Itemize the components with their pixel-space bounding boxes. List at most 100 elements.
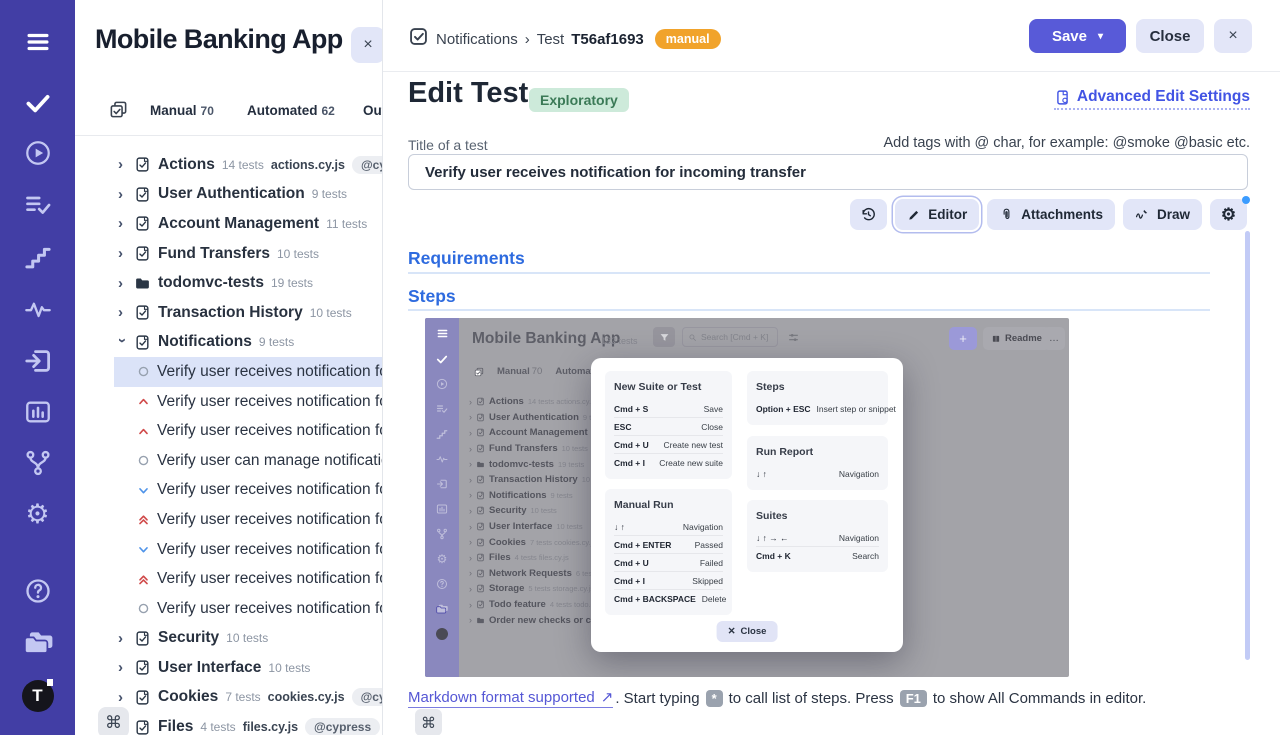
app-logo[interactable]: T	[22, 680, 54, 712]
steps-icon[interactable]	[24, 243, 52, 271]
test-file-icon	[134, 659, 151, 676]
cmd-key-hint: ⌘	[415, 709, 442, 735]
markdown-supported-link[interactable]: Markdown format supported ↗	[408, 688, 613, 708]
chevron-right-icon: ›	[118, 659, 127, 676]
test-file-icon	[134, 719, 151, 735]
close-button[interactable]: Close	[1136, 19, 1204, 53]
bar-chart-icon[interactable]	[24, 398, 52, 426]
close-icon: ×	[1228, 27, 1237, 45]
pen-icon	[1135, 207, 1150, 222]
breadcrumb-test-label: Test	[537, 31, 565, 48]
chevron-down-icon: ›	[114, 338, 131, 347]
test-type-badge: Exploratory	[529, 88, 629, 112]
tree-suite-notifications[interactable]: › Notifications 9 tests	[75, 328, 382, 358]
test-file-icon	[134, 304, 151, 321]
tree-suite-user-authentication[interactable]: › User Authentication 9 tests	[75, 180, 382, 210]
tag-badge: @cypress	[352, 156, 382, 174]
doc-settings-icon	[1054, 89, 1071, 106]
mini-sliders-icon	[787, 331, 800, 349]
test-case-row[interactable]: Verify user receives notification fo	[114, 416, 382, 446]
breadcrumb-separator: ›	[525, 31, 530, 48]
test-case-row[interactable]: Verify user receives notification fo	[114, 594, 382, 624]
folders-icon[interactable]	[23, 628, 53, 658]
caret-down-icon[interactable]: ▾	[1098, 31, 1103, 42]
close-icon: ×	[363, 36, 372, 54]
status-open-icon	[137, 365, 150, 378]
book-icon	[991, 334, 1001, 344]
tree-suite-todomvc-tests[interactable]: › todomvc-tests 19 tests	[75, 268, 382, 298]
panel-close-button[interactable]: ×	[351, 27, 383, 63]
requirements-section-heading[interactable]: Requirements	[408, 248, 525, 269]
shortcuts-modal: New Suite or Test Cmd + SSave ESCClose C…	[591, 358, 903, 652]
suites-tree: › Actions 14 tests actions.cy.js @cypres…	[75, 150, 382, 735]
priority-low-icon	[137, 484, 150, 497]
tab-automated[interactable]: Automated62	[247, 103, 335, 118]
priority-high-icon	[137, 425, 150, 438]
check-icon[interactable]	[24, 89, 51, 116]
mini-app-title: Mobile Banking App	[472, 330, 620, 348]
folder-icon	[134, 275, 151, 292]
tree-suite-actions[interactable]: › Actions 14 tests actions.cy.js @cypres…	[75, 150, 382, 180]
priority-critical-icon	[137, 513, 150, 526]
page-title: Edit Test	[408, 77, 528, 110]
topbar: Notifications › Test T56af1693 manual Sa…	[383, 0, 1280, 72]
list-check-icon[interactable]	[24, 191, 52, 219]
star-key-badge: *	[706, 690, 723, 707]
play-circle-icon[interactable]	[24, 139, 52, 167]
tab-manual[interactable]: Manual70	[150, 103, 214, 118]
mini-add-button: +	[949, 327, 977, 350]
test-case-row[interactable]: Verify user receives notification fo	[114, 357, 382, 387]
test-case-row[interactable]: Verify user receives notification fo	[114, 564, 382, 594]
activity-icon[interactable]	[24, 295, 52, 323]
test-title-input[interactable]	[408, 154, 1248, 190]
tree-suite-account-management[interactable]: › Account Management 11 tests	[75, 209, 382, 239]
tree-suite-fund-transfers[interactable]: › Fund Transfers 10 tests	[75, 239, 382, 269]
test-case-row[interactable]: Verify user receives notification fo	[114, 535, 382, 565]
chevron-right-icon: ›	[118, 186, 127, 203]
save-button[interactable]: Save ▾	[1029, 19, 1126, 53]
f1-key-badge: F1	[900, 690, 927, 707]
advanced-edit-settings-link[interactable]: Advanced Edit Settings	[1054, 88, 1250, 110]
chevron-right-icon: ›	[118, 689, 127, 706]
test-case-row[interactable]: Verify user receives notification fo	[114, 505, 382, 535]
steps-section-heading[interactable]: Steps	[408, 286, 456, 307]
status-open-icon	[137, 454, 150, 467]
attachments-tab-button[interactable]: Attachments	[987, 199, 1115, 230]
x-button[interactable]: ×	[1214, 19, 1252, 53]
close-icon: ✕	[728, 626, 736, 637]
gear-icon[interactable]: ⚙	[25, 501, 49, 528]
editor-tab-button[interactable]: Editor	[895, 199, 979, 230]
mini-readme-button: Readme	[983, 327, 1050, 350]
priority-critical-icon	[137, 573, 150, 586]
test-case-row[interactable]: Verify user receives notification fo	[114, 387, 382, 417]
embedded-screenshot[interactable]: ⚙ Mobile Banking App 132 tests Search [C…	[425, 318, 1069, 677]
editor-settings-button[interactable]: ⚙	[1210, 199, 1247, 230]
tree-suite-security[interactable]: › Security 10 tests	[75, 624, 382, 654]
mini-filter-button	[653, 327, 675, 347]
help-icon[interactable]	[24, 577, 52, 605]
gear-icon: ⚙	[1221, 206, 1236, 223]
checklist-icon	[109, 100, 128, 124]
sign-in-icon[interactable]	[23, 346, 53, 376]
chevron-right-icon: ›	[118, 275, 127, 292]
history-button[interactable]	[850, 199, 887, 230]
test-case-row[interactable]: Verify user receives notification fo	[114, 476, 382, 506]
breadcrumb-suite[interactable]: Notifications	[436, 31, 518, 48]
title-field-label: Title of a test	[408, 137, 488, 153]
editor-hint: Markdown format supported ↗ . Start typi…	[408, 688, 1146, 708]
test-case-row[interactable]: Verify user can manage notificatio	[114, 446, 382, 476]
paperclip-icon	[999, 207, 1014, 222]
branch-icon[interactable]	[24, 449, 52, 477]
draw-tab-button[interactable]: Draw	[1123, 199, 1202, 230]
vertical-scrollbar[interactable]	[1245, 231, 1250, 660]
tree-suite-transaction-history[interactable]: › Transaction History 10 tests	[75, 298, 382, 328]
tag-badge: @cypress	[352, 688, 382, 706]
tab-outdated[interactable]: Outdated	[363, 103, 383, 118]
editor-toolbar: Editor Attachments Draw ⚙	[850, 199, 1247, 230]
status-open-icon	[137, 602, 150, 615]
chevron-right-icon: ›	[118, 304, 127, 321]
mini-search-box: Search [Cmd + K]	[682, 327, 778, 347]
chevron-right-icon: ›	[118, 245, 127, 262]
menu-icon[interactable]	[22, 28, 54, 56]
tree-suite-user-interface[interactable]: › User Interface 10 tests	[75, 653, 382, 683]
